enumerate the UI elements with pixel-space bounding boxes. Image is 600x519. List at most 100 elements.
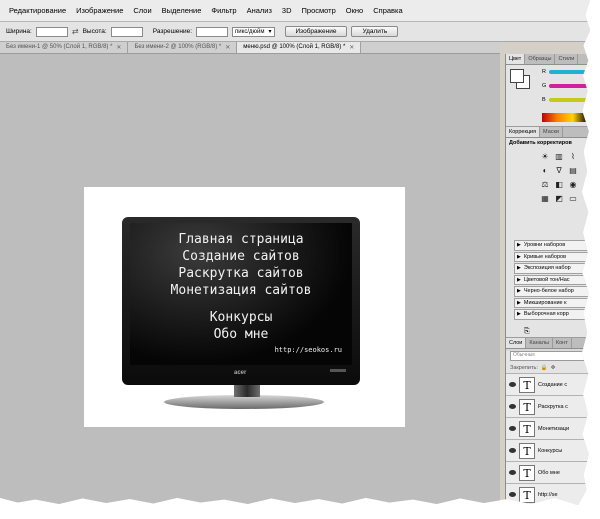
- doc-tab-label: Без имени-2 @ 100% (RGB/8) *: [134, 44, 222, 50]
- tab-masks[interactable]: Маски: [540, 127, 563, 137]
- tab-paths[interactable]: Конт: [553, 338, 572, 348]
- resolution-input[interactable]: [196, 26, 229, 37]
- doc-tab-active[interactable]: меню.psd @ 100% (Слой 1, RGB/8) * ✕: [237, 42, 362, 53]
- tab-color[interactable]: Цвет: [506, 54, 526, 64]
- layer-name: Монетизаци: [538, 425, 570, 432]
- menu-view[interactable]: Просмотр: [297, 6, 341, 15]
- doc-tab[interactable]: Без имени-1 @ 50% (Слой 1, RGB/8) * ✕: [0, 42, 129, 53]
- photo-filter-icon[interactable]: ◉: [568, 180, 578, 190]
- color-slider[interactable]: [548, 98, 589, 102]
- color-spectrum[interactable]: [542, 113, 588, 122]
- brightness-icon[interactable]: ☀: [540, 152, 550, 162]
- blend-mode-select[interactable]: Обычные: [510, 351, 586, 361]
- width-input[interactable]: [35, 26, 68, 37]
- layer-row[interactable]: T Монетизаци: [506, 417, 590, 439]
- layer-name: Обо мне: [538, 469, 560, 476]
- hue-saturation-icon[interactable]: ▤: [568, 166, 578, 176]
- eye-icon[interactable]: [509, 492, 516, 497]
- monitor-stand-base: [164, 395, 324, 409]
- layer-row[interactable]: T Обо мне: [506, 461, 590, 483]
- menu-image[interactable]: Изображение: [71, 6, 128, 15]
- color-balance-icon[interactable]: ⚖: [540, 180, 550, 190]
- clip-layer-icon[interactable]: ⎘: [524, 328, 530, 336]
- color-slider-row[interactable]: R: [542, 69, 589, 75]
- layers-panel-tabs: Слои Каналы Конт: [506, 338, 590, 349]
- layer-row[interactable]: T Конкурсы: [506, 439, 590, 461]
- height-input[interactable]: [110, 26, 143, 37]
- preset-item[interactable]: ▶ Экспозиция набор: [514, 263, 590, 274]
- menu-help[interactable]: Справка: [368, 6, 407, 15]
- foreground-color-swatch[interactable]: [510, 69, 524, 83]
- menu-window[interactable]: Окно: [341, 6, 368, 15]
- preset-item[interactable]: ▶ Микширование к: [514, 297, 590, 308]
- adjustment-presets: ▶ Уровни наборов ▶ Кривые наборов ▶ Экспози…: [514, 240, 590, 321]
- screen-menu-item: Главная страница: [178, 232, 304, 247]
- resolution-unit: пикс/дюйм: [235, 28, 265, 35]
- black-white-icon[interactable]: ◧: [554, 180, 564, 190]
- doc-tab[interactable]: Без имени-2 @ 100% (RGB/8) * ✕: [128, 42, 238, 53]
- monitor-screen: Главная страница Создание сайтов Раскрут…: [130, 223, 352, 365]
- layer-row[interactable]: Thttp://se: [506, 483, 590, 505]
- color-slider-row[interactable]: G: [542, 83, 590, 89]
- levels-icon[interactable]: ▥: [554, 152, 564, 162]
- tab-adjustments[interactable]: Коррекция: [506, 127, 541, 137]
- close-icon[interactable]: ✕: [116, 44, 121, 51]
- photoshop-window: Редактирование Изображение Слои Выделени…: [0, 0, 590, 505]
- menu-layers[interactable]: Слои: [128, 6, 156, 15]
- triangle-right-icon: ▶: [517, 253, 521, 260]
- close-icon[interactable]: ✕: [225, 44, 230, 51]
- adjustments-panel: Добавить корректиров ☀ ▥ ⌇ ◐ ∇ ▤ ⚖ ◧ ◉ ▦…: [506, 138, 590, 338]
- tab-swatches[interactable]: Образцы: [525, 54, 556, 64]
- menu-3d[interactable]: 3D: [277, 6, 297, 15]
- exposure-icon[interactable]: ◐: [540, 166, 550, 176]
- triangle-right-icon: ▶: [517, 299, 521, 306]
- swap-icon[interactable]: ⇄: [72, 27, 79, 36]
- document-canvas[interactable]: Главная страница Создание сайтов Раскрут…: [84, 187, 405, 427]
- eye-icon[interactable]: [509, 382, 516, 387]
- height-label: Высота:: [82, 28, 107, 35]
- eye-icon[interactable]: [509, 426, 516, 431]
- menu-analysis[interactable]: Анализ: [242, 6, 277, 15]
- text-layer-icon: T: [519, 420, 535, 437]
- options-bar: Ширина: ⇄ Высота: Разрешение: пикс/дюйм ▾…: [0, 22, 590, 42]
- eye-icon[interactable]: [509, 404, 516, 409]
- tab-layers[interactable]: Слои: [506, 338, 527, 348]
- screen-menu-item: Монетизация сайтов: [170, 283, 312, 298]
- menu-edit[interactable]: Редактирование: [4, 6, 71, 15]
- eye-icon[interactable]: [509, 448, 516, 453]
- canvas-area[interactable]: Главная страница Создание сайтов Раскрут…: [0, 54, 500, 505]
- image-button[interactable]: Изображение: [284, 26, 348, 37]
- preset-item[interactable]: ▶ Кривые наборов: [514, 251, 590, 262]
- eye-icon[interactable]: [509, 470, 516, 475]
- color-slider[interactable]: [548, 70, 589, 74]
- lock-label: Закрепить:: [510, 365, 538, 371]
- channel-mixer-icon[interactable]: ▦: [540, 194, 550, 204]
- menu-filter[interactable]: Фильтр: [206, 6, 241, 15]
- menu-select[interactable]: Выделение: [157, 6, 207, 15]
- screen-menu-item: Обо мне: [213, 327, 269, 342]
- preset-item[interactable]: ▶ Цветовой тон/Нас: [514, 274, 590, 285]
- close-icon[interactable]: ✕: [349, 44, 354, 51]
- preset-item[interactable]: ▶ Черно-белое набор: [514, 286, 590, 297]
- preset-item[interactable]: ▶ Выборочная корр: [514, 309, 590, 320]
- tab-styles[interactable]: Стили: [555, 54, 579, 64]
- monitor-image: Главная страница Создание сайтов Раскрут…: [122, 217, 360, 385]
- invert-icon[interactable]: ◩: [554, 194, 564, 204]
- gradient-map-icon[interactable]: ▭: [568, 194, 578, 204]
- delete-button[interactable]: Удалить: [351, 26, 399, 37]
- right-panels: Цвет Образцы Стили R G B Коррекция Маски…: [505, 54, 590, 505]
- doc-tab-label: меню.psd @ 100% (Слой 1, RGB/8) *: [243, 44, 346, 50]
- lock-icon[interactable]: 🔒: [541, 365, 548, 371]
- tab-channels[interactable]: Каналы: [526, 338, 553, 348]
- layer-row[interactable]: T Создание с: [506, 373, 590, 395]
- layer-row[interactable]: T Раскрутка с: [506, 395, 590, 417]
- color-slider-row[interactable]: B: [542, 97, 589, 103]
- move-icon[interactable]: ✥: [551, 365, 556, 371]
- resolution-unit-select[interactable]: пикс/дюйм ▾: [232, 26, 275, 37]
- preset-item[interactable]: ▶ Уровни наборов: [514, 240, 590, 251]
- preset-label: Цветовой тон/Нас: [523, 276, 570, 283]
- vibrance-icon[interactable]: ∇: [554, 166, 564, 176]
- color-slider[interactable]: [549, 84, 590, 88]
- doc-tab-label: Без имени-1 @ 50% (Слой 1, RGB/8) *: [6, 44, 113, 50]
- curves-icon[interactable]: ⌇: [568, 152, 578, 162]
